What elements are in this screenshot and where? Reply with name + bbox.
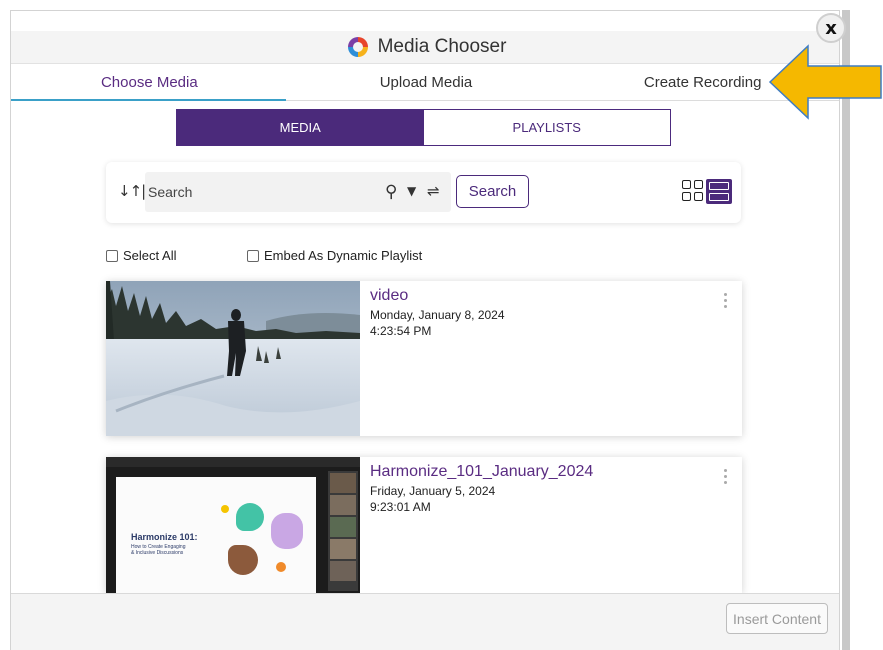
arrow-pointer-icon xyxy=(768,44,882,120)
chevron-down-icon[interactable]: ▼ xyxy=(407,184,416,198)
select-all-option[interactable]: Select All xyxy=(106,248,176,263)
search-icon[interactable]: ⚲ xyxy=(385,182,397,202)
media-title[interactable]: Harmonize_101_January_2024 xyxy=(370,463,593,481)
embed-dynamic-playlist-label: Embed As Dynamic Playlist xyxy=(264,248,423,263)
media-info: video Monday, January 8, 2024 4:23:54 PM xyxy=(370,287,505,339)
tab-choose-media[interactable]: Choose Media xyxy=(11,65,288,101)
app-logo-icon xyxy=(347,37,368,57)
media-date: Friday, January 5, 2024 xyxy=(370,484,496,498)
dialog-footer: Insert Content xyxy=(11,593,839,650)
dialog-titlebar: Media Chooser xyxy=(11,31,839,64)
kebab-menu-icon[interactable] xyxy=(724,469,727,484)
embed-dynamic-playlist-option[interactable]: Embed As Dynamic Playlist xyxy=(247,248,422,263)
slide-preview: Harmonize 101: How to Create Engaging & … xyxy=(116,477,316,593)
list-view-icon[interactable] xyxy=(706,179,732,204)
participant-strip xyxy=(328,471,358,591)
filter-sliders-icon[interactable]: ⇌ xyxy=(427,182,440,200)
grid-view-icon[interactable] xyxy=(682,180,703,201)
search-input[interactable] xyxy=(145,172,375,212)
screen: Media Chooser Choose Media Upload Media … xyxy=(0,0,883,650)
media-playlists-toggle: MEDIA PLAYLISTS xyxy=(176,109,671,146)
tab-upload-media[interactable]: Upload Media xyxy=(288,65,565,100)
playlists-segment-button[interactable]: PLAYLISTS xyxy=(423,110,670,145)
media-card[interactable]: Harmonize 101: How to Create Engaging & … xyxy=(106,457,742,593)
media-info: Harmonize_101_January_2024 Friday, Janua… xyxy=(370,463,593,515)
sort-icon[interactable]: ↓↑| xyxy=(118,182,146,200)
media-time: 9:23:01 AM xyxy=(370,500,431,514)
media-title[interactable]: video xyxy=(370,287,505,305)
kebab-menu-icon[interactable] xyxy=(724,293,727,308)
select-all-label: Select All xyxy=(123,248,177,263)
video-thumbnail[interactable] xyxy=(106,281,360,436)
presentation-thumbnail[interactable]: Harmonize 101: How to Create Engaging & … xyxy=(106,457,360,593)
search-box: ⚲ ▼ ⇌ xyxy=(145,172,451,212)
dialog-title: Media Chooser xyxy=(377,36,507,57)
slide-title: Harmonize 101: xyxy=(131,532,198,542)
media-chooser-dialog: Media Chooser Choose Media Upload Media … xyxy=(10,10,840,650)
close-icon[interactable]: x xyxy=(816,13,846,43)
tab-bar: Choose Media Upload Media Create Recordi… xyxy=(11,65,839,101)
insert-content-button[interactable]: Insert Content xyxy=(726,603,828,634)
media-date: Monday, January 8, 2024 xyxy=(370,308,505,322)
media-card[interactable]: video Monday, January 8, 2024 4:23:54 PM xyxy=(106,281,742,436)
embed-dynamic-playlist-checkbox[interactable] xyxy=(247,249,259,262)
slide-subtitle: How to Create Engaging & Inclusive Discu… xyxy=(131,544,186,556)
search-button[interactable]: Search xyxy=(456,175,529,208)
selection-options: Select All Embed As Dynamic Playlist xyxy=(106,248,506,268)
search-toolbar: ↓↑| ⚲ ▼ ⇌ Search xyxy=(106,162,741,223)
media-time: 4:23:54 PM xyxy=(370,324,432,338)
media-segment-button[interactable]: MEDIA xyxy=(177,110,424,145)
select-all-checkbox[interactable] xyxy=(106,249,118,262)
